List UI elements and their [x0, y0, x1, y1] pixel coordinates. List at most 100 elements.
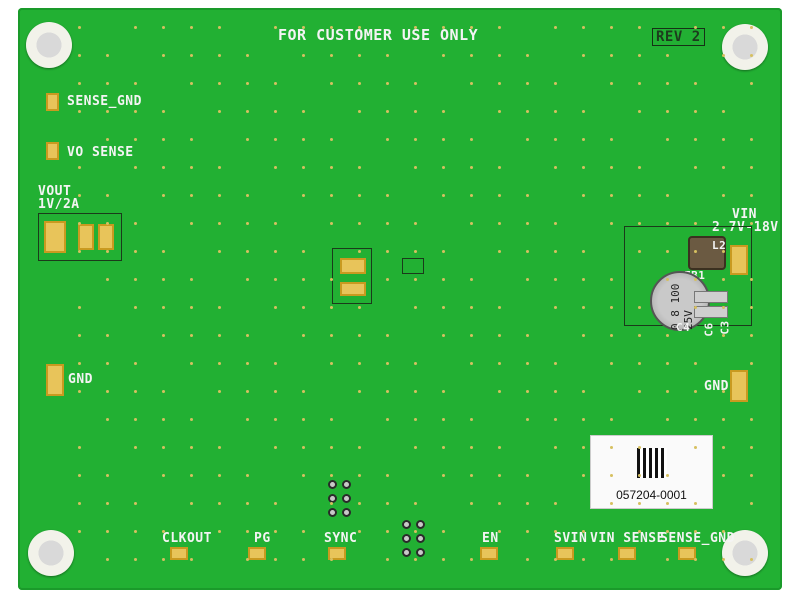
via [442, 110, 445, 113]
via [554, 138, 557, 141]
via [442, 278, 445, 281]
via [358, 166, 361, 169]
svin-pad[interactable] [556, 547, 574, 560]
via [750, 362, 753, 365]
via [386, 502, 389, 505]
via [358, 306, 361, 309]
via [274, 530, 277, 533]
ceramic-cap-c6 [694, 291, 728, 303]
via [134, 82, 137, 85]
via [190, 558, 193, 561]
via [526, 54, 529, 57]
via [78, 530, 81, 533]
via [666, 110, 669, 113]
via [386, 558, 389, 561]
via [526, 418, 529, 421]
via [526, 82, 529, 85]
via [554, 82, 557, 85]
via [582, 474, 585, 477]
gnd-pad-left[interactable] [46, 364, 64, 396]
via [610, 26, 613, 29]
via [638, 26, 641, 29]
via [358, 194, 361, 197]
via [274, 362, 277, 365]
via [386, 194, 389, 197]
via [750, 166, 753, 169]
via [722, 418, 725, 421]
via [78, 110, 81, 113]
via [638, 54, 641, 57]
via [274, 446, 277, 449]
via [246, 390, 249, 393]
via [134, 558, 137, 561]
via [358, 446, 361, 449]
via [190, 502, 193, 505]
via [302, 418, 305, 421]
via [414, 446, 417, 449]
via [554, 362, 557, 365]
via [414, 138, 417, 141]
via [414, 110, 417, 113]
vin-pad[interactable] [730, 245, 748, 275]
via [302, 110, 305, 113]
via [106, 418, 109, 421]
via [582, 166, 585, 169]
header-pin [328, 508, 337, 517]
pg-pad[interactable] [248, 547, 266, 560]
gnd-pad-right[interactable] [730, 370, 748, 402]
header-pin [416, 520, 425, 529]
via [470, 474, 473, 477]
via [610, 54, 613, 57]
sense-gnd-pad-bottom[interactable] [678, 547, 696, 560]
sense-gnd-label-bottom: SENSE_GND [660, 531, 735, 546]
via [274, 166, 277, 169]
via [386, 362, 389, 365]
via [582, 306, 585, 309]
vin-sense-pad[interactable] [618, 547, 636, 560]
serial-number: 057204-0001 [616, 488, 687, 502]
via [218, 334, 221, 337]
via [162, 110, 165, 113]
header-pin [342, 480, 351, 489]
via [610, 194, 613, 197]
via [498, 222, 501, 225]
sense-gnd-pad-left[interactable] [46, 93, 59, 111]
ic-pad-bottom [340, 282, 366, 296]
via [554, 390, 557, 393]
via [246, 194, 249, 197]
via [330, 138, 333, 141]
via [638, 222, 641, 225]
data-matrix-code [637, 448, 667, 478]
via [470, 54, 473, 57]
via [386, 474, 389, 477]
via [414, 418, 417, 421]
via [302, 54, 305, 57]
pg-label: PG [254, 531, 271, 546]
vout-terminal-pad[interactable] [44, 221, 66, 253]
en-pad[interactable] [480, 547, 498, 560]
vo-sense-pad[interactable] [46, 142, 59, 160]
clkout-pad[interactable] [170, 547, 188, 560]
via [162, 418, 165, 421]
via [218, 446, 221, 449]
via [218, 474, 221, 477]
via [554, 446, 557, 449]
via [302, 278, 305, 281]
via [190, 54, 193, 57]
via [554, 166, 557, 169]
sync-pad[interactable] [328, 547, 346, 560]
via [554, 222, 557, 225]
via [78, 474, 81, 477]
via [526, 502, 529, 505]
via [190, 222, 193, 225]
via [358, 54, 361, 57]
via [554, 278, 557, 281]
via [246, 110, 249, 113]
revision-label: REV 2 [652, 28, 705, 46]
via [106, 278, 109, 281]
via [162, 306, 165, 309]
header-pin [416, 534, 425, 543]
via [470, 446, 473, 449]
via [190, 194, 193, 197]
via [218, 82, 221, 85]
